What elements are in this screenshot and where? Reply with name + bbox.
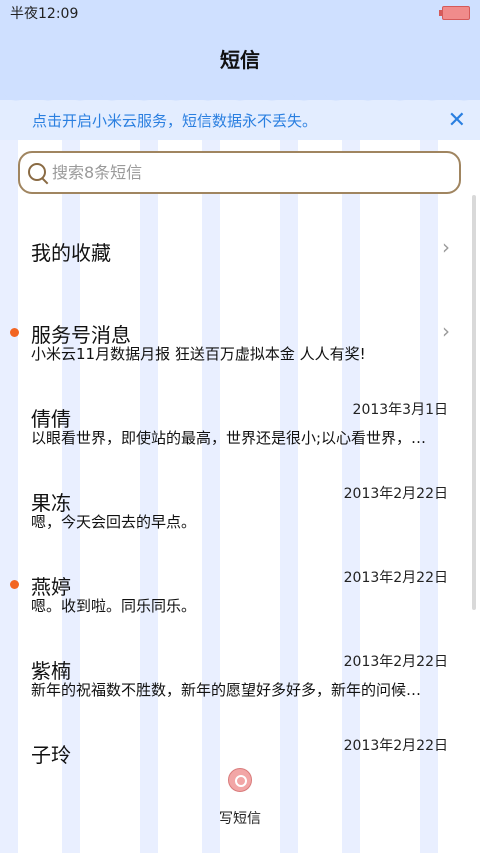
list-item[interactable]: 服务号消息 › 小米云11月数据月报 狂送百万虚拟本金 人人有奖! — [0, 289, 480, 373]
message-date: 2013年2月22日 — [343, 486, 448, 502]
close-icon[interactable]: ✕ — [448, 108, 466, 133]
message-preview: 嗯。收到啦。同乐同乐。 — [31, 597, 197, 615]
message-preview: 嗯，今天会回去的早点。 — [31, 513, 197, 531]
list-item[interactable]: 果冻 2013年2月22日 嗯，今天会回去的早点。 — [0, 457, 480, 541]
chevron-right-icon: › — [442, 319, 450, 343]
message-preview: 以眼看世界，即使站的最高，世界还是很小;以心看世界，… — [31, 429, 427, 447]
message-preview: 新年的祝福数不胜数，新年的愿望好多好多，新年的问候… — [31, 681, 422, 699]
app-header: 半夜12:09 短信 — [0, 0, 480, 100]
page-title: 短信 — [220, 48, 260, 72]
list-item[interactable]: 紫楠 2013年2月22日 新年的祝福数不胜数，新年的愿望好多好多，新年的问候… — [0, 625, 480, 709]
list-item[interactable]: 倩倩 2013年3月1日 以眼看世界，即使站的最高，世界还是很小;以心看世界，… — [0, 373, 480, 457]
message-date: 2013年2月22日 — [343, 654, 448, 670]
contact-name: 子玲 — [31, 743, 71, 767]
search-icon — [28, 162, 49, 184]
lace-decoration — [0, 86, 480, 110]
banner-text[interactable]: 点击开启小米云服务，短信数据永不丢失。 — [32, 110, 317, 131]
message-preview: 小米云11月数据月报 狂送百万虚拟本金 人人有奖! — [31, 345, 366, 363]
search-bar[interactable] — [18, 151, 461, 194]
favorites-label: 我的收藏 — [31, 241, 111, 265]
status-bar: 半夜12:09 — [0, 0, 480, 26]
unread-dot — [10, 328, 19, 337]
battery-icon — [439, 6, 470, 20]
search-input[interactable] — [50, 162, 434, 183]
unread-dot — [10, 580, 19, 589]
conversation-list: 我的收藏 › 服务号消息 › 小米云11月数据月报 狂送百万虚拟本金 人人有奖!… — [0, 205, 480, 793]
list-item[interactable]: 燕婷 2013年2月22日 嗯。收到啦。同乐同乐。 — [0, 541, 480, 625]
chevron-right-icon: › — [442, 235, 450, 259]
message-date: 2013年3月1日 — [352, 402, 448, 418]
status-time: 半夜12:09 — [10, 6, 79, 22]
favorites-item[interactable]: 我的收藏 › — [0, 205, 480, 289]
compose-label: 写短信 — [219, 811, 261, 827]
message-date: 2013年2月22日 — [343, 738, 448, 754]
compose-message-icon — [227, 768, 253, 794]
compose-button[interactable]: 写短信 — [200, 764, 280, 834]
message-date: 2013年2月22日 — [343, 570, 448, 586]
